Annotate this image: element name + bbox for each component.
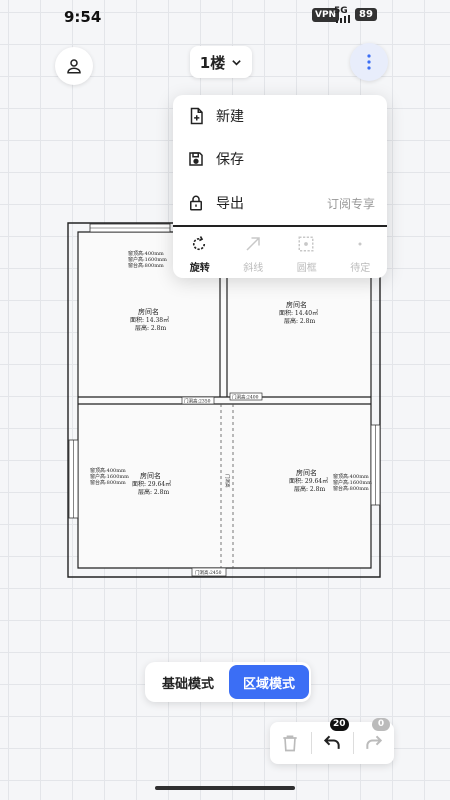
door-label-vertical: 门洞高 [224,474,231,488]
file-plus-icon [190,107,203,125]
dot-icon [358,242,361,246]
tool-diagonal[interactable]: 斜线 [227,229,281,277]
tool-pending[interactable]: 待定 [334,229,388,277]
door-label-2: 门洞高:2400 [232,394,259,401]
room4-spec-1: 窗顶高:400mm [333,473,369,480]
chevron-down-icon [232,59,241,66]
tool-row: 旋转 斜线 圆框 待定 [173,229,387,277]
diagonal-arrow-icon [245,237,260,251]
undo-icon [323,735,340,749]
tool-rotate[interactable]: 旋转 [173,229,227,277]
tool-pending-label: 待定 [350,263,371,274]
status-bar: 9:54 VPN 5G 89 [0,0,450,34]
redo-icon [366,735,383,749]
menu-item-export[interactable]: 导出 订阅专享 [173,182,387,224]
menu-save-label: 保存 [216,152,244,168]
basic-mode-button[interactable]: 基础模式 [149,666,227,698]
action-bar: 20 0 [270,718,394,764]
status-time: 9:54 [64,8,102,26]
subscription-tag: 订阅专享 [326,196,375,211]
frame-icon [298,236,314,252]
more-vertical-icon [367,54,371,70]
undo-button[interactable]: 20 [312,718,352,764]
redo-count-badge: 0 [372,718,390,731]
room3-name: 房间名 [140,471,161,480]
more-button[interactable] [350,43,388,81]
menu-divider [173,225,387,227]
tool-diagonal-label: 斜线 [243,263,264,274]
room4-spec-2: 窗户高:1600mm [333,479,372,486]
user-icon [67,59,81,74]
room1-spec-3: 窗台高:800mm [128,262,164,269]
options-menu: 新建 保存 导出 订阅专享 旋转 斜线 圆框 待定 [173,95,387,278]
door-label-3: 门洞高:2450 [195,569,222,576]
undo-count-badge: 20 [330,718,349,731]
save-icon [189,152,203,166]
room1-area: 面积: 14.38㎡ [130,316,169,324]
room3-spec-1: 窗顶高:400mm [90,467,126,474]
menu-item-new[interactable]: 新建 [173,95,387,137]
floor-selector[interactable]: 1楼 [190,46,252,78]
room1-name: 房间名 [138,307,159,316]
tool-circle-frame-label: 圆框 [296,263,317,274]
room1-height: 层高: 2.8m [135,324,166,332]
room2-area: 面积: 14.40㎡ [279,309,318,317]
delete-button[interactable] [270,722,310,764]
room1-spec-2: 窗户高:1600mm [128,256,167,263]
battery-level: 89 [355,8,377,21]
rotate-icon [192,236,206,251]
room4-spec-3: 窗台高:800mm [333,485,369,492]
area-mode-button[interactable]: 区域模式 [229,665,309,699]
door-label-1: 门洞高:2350 [184,398,211,405]
room4-area: 面积: 29.64㎡ [289,477,328,485]
menu-export-label: 导出 [216,196,244,212]
lock-icon [190,195,202,211]
room4-name: 房间名 [296,468,317,477]
tool-circle-frame[interactable]: 圆框 [280,229,334,277]
trash-icon [283,735,297,752]
home-indicator [155,786,295,790]
menu-item-save[interactable]: 保存 [173,138,387,180]
room3-spec-3: 窗台高:800mm [90,479,126,486]
room2-height: 层高: 2.8m [284,317,315,325]
room1-spec-1: 窗顶高:400mm [128,250,164,257]
user-button[interactable] [55,47,93,85]
signal-icon [336,15,350,23]
room3-area: 面积: 29.64㎡ [132,480,171,488]
room3-height: 层高: 2.8m [138,488,169,496]
redo-button[interactable]: 0 [354,718,394,764]
menu-new-label: 新建 [216,109,244,125]
floor-label: 1楼 [199,53,226,72]
room4-height: 层高: 2.8m [294,485,325,493]
tool-rotate-label: 旋转 [189,263,210,274]
room2-name: 房间名 [286,300,307,309]
mode-toggle: 基础模式 区域模式 [145,662,311,702]
room3-spec-2: 窗户高:1600mm [90,473,129,480]
